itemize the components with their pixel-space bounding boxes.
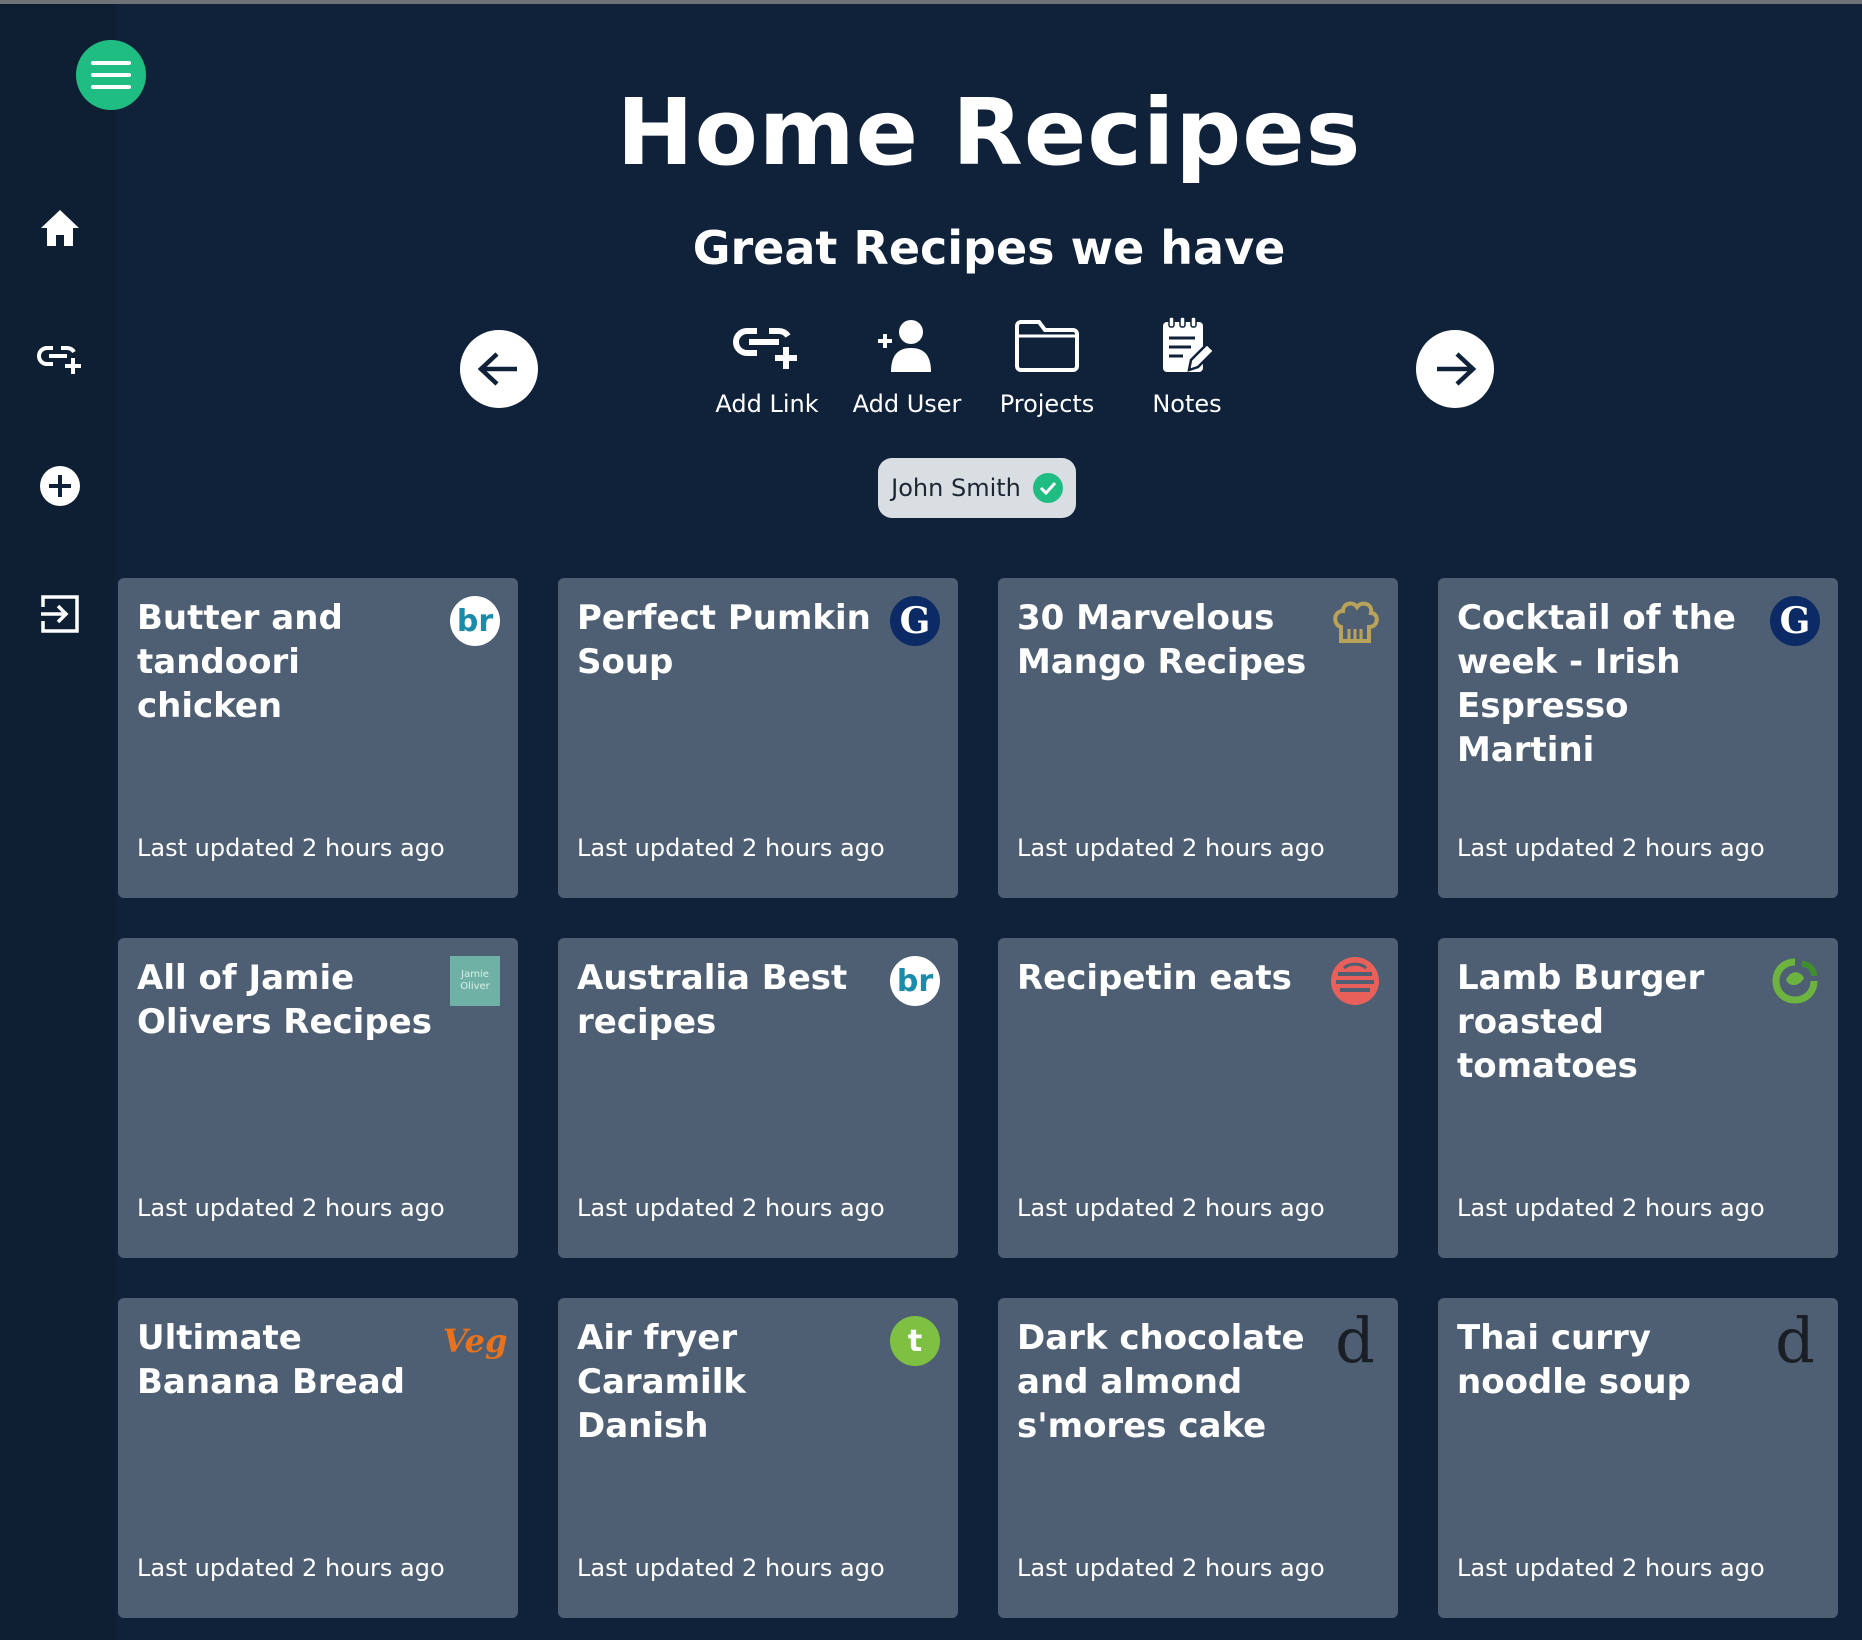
- sidebar-item-add[interactable]: [36, 462, 84, 510]
- add-link-icon: [733, 328, 797, 369]
- user-chip[interactable]: John Smith: [878, 458, 1076, 518]
- recipe-card-updated: Last updated 2 hours ago: [1457, 834, 1765, 862]
- plus-circle-icon: [40, 466, 80, 506]
- woolworths-logo: [1770, 956, 1820, 1006]
- recipe-card-title: Cocktail of the week - Irish Espresso Ma…: [1457, 598, 1736, 770]
- previous-button[interactable]: [460, 330, 538, 408]
- recipe-card-updated: Last updated 2 hours ago: [577, 1554, 885, 1582]
- d-logo: d: [1775, 1304, 1815, 1377]
- recipe-card-updated: Last updated 2 hours ago: [1457, 1194, 1765, 1222]
- d-logo: d: [1335, 1304, 1375, 1377]
- recipe-card-updated: Last updated 2 hours ago: [137, 1194, 445, 1222]
- recipe-card-updated: Last updated 2 hours ago: [1017, 1194, 1325, 1222]
- recipe-card-updated: Last updated 2 hours ago: [137, 834, 445, 862]
- recipe-card[interactable]: Ultimate Banana Bread Last updated 2 hour…: [118, 1298, 518, 1618]
- recipe-card[interactable]: Australia Best recipes Last updated 2 hou…: [558, 938, 958, 1258]
- recipe-card[interactable]: Butter and tandoori chicken Last updated …: [118, 578, 518, 898]
- page-title: Home Recipes: [616, 79, 1362, 186]
- projects-label: Projects: [999, 390, 1095, 418]
- recipe-card-title: Ultimate Banana Bread: [137, 1318, 406, 1402]
- recipe-card[interactable]: Lamb Burger roasted tomatoes Last updated…: [1438, 938, 1838, 1258]
- sidebar-item-home[interactable]: [36, 204, 84, 252]
- sidebar-item-logout[interactable]: [36, 590, 84, 638]
- sidebar-item-add-link[interactable]: [36, 334, 84, 382]
- recipe-card-updated: Last updated 2 hours ago: [1457, 1554, 1765, 1582]
- add-link-icon: [37, 345, 81, 374]
- recipe-card[interactable]: Recipetin eats Last updated 2 hours ago: [998, 938, 1398, 1258]
- add-link-button[interactable]: Add Link: [702, 310, 832, 420]
- recipe-card-title: Australia Best recipes: [577, 958, 848, 1042]
- notes-icon: [1163, 316, 1215, 372]
- jamie-oliver-logo: Jamie Oliver: [450, 956, 500, 1006]
- recipe-card-updated: Last updated 2 hours ago: [577, 834, 885, 862]
- recipe-card-title: Lamb Burger roasted tomatoes: [1457, 958, 1705, 1086]
- verified-check-icon: [1032, 473, 1063, 503]
- br-logo: br: [450, 596, 500, 646]
- recipe-card-title: Butter and tandoori chicken: [137, 598, 343, 726]
- arrow-left-icon: [477, 352, 517, 386]
- g-logo: G: [890, 596, 940, 646]
- recipe-card[interactable]: Air fryer Caramilk Danish Last updated 2 …: [558, 1298, 958, 1618]
- recipe-card-title: Dark chocolate and almond s'mores cake: [1017, 1318, 1305, 1446]
- veg-logo: Veg: [442, 1322, 508, 1360]
- g-logo: G: [1770, 596, 1820, 646]
- next-button[interactable]: [1416, 330, 1494, 408]
- recipe-card[interactable]: 30 Marvelous Mango Recipes Last updated 2…: [998, 578, 1398, 898]
- recipetin-logo: [1330, 956, 1380, 1006]
- folder-icon: [1015, 320, 1079, 372]
- recipe-card-title: All of Jamie Olivers Recipes: [137, 958, 432, 1042]
- chef-hat-logo: [1330, 596, 1380, 646]
- recipe-card-updated: Last updated 2 hours ago: [1017, 1554, 1325, 1582]
- recipe-card[interactable]: Dark chocolate and almond s'mores cake La…: [998, 1298, 1398, 1618]
- window-top-border: [0, 0, 1862, 4]
- add-link-label: Add Link: [715, 390, 819, 418]
- recipe-card-updated: Last updated 2 hours ago: [137, 1554, 445, 1582]
- recipe-card-title: Recipetin eats: [1017, 958, 1292, 998]
- add-user-button[interactable]: Add User: [842, 310, 972, 420]
- notes-label: Notes: [1152, 390, 1222, 418]
- home-icon: [41, 210, 79, 246]
- add-user-icon: [878, 320, 931, 372]
- page-subtitle: Great Recipes we have: [692, 221, 1286, 275]
- recipe-card-updated: Last updated 2 hours ago: [1017, 834, 1325, 862]
- recipe-card-title: 30 Marvelous Mango Recipes: [1017, 598, 1307, 682]
- logout-icon: [41, 595, 79, 633]
- user-name: John Smith: [891, 474, 1021, 502]
- arrow-right-icon: [1437, 352, 1477, 386]
- add-user-label: Add User: [852, 390, 962, 418]
- recipe-card-title: Air fryer Caramilk Danish: [577, 1318, 746, 1446]
- projects-button[interactable]: Projects: [982, 310, 1112, 420]
- recipe-card[interactable]: Thai curry noodle soup Last updated 2 hou…: [1438, 1298, 1838, 1618]
- t-logo: t: [890, 1316, 940, 1366]
- recipe-card-updated: Last updated 2 hours ago: [577, 1194, 885, 1222]
- recipe-card[interactable]: All of Jamie Olivers Recipes Last updated…: [118, 938, 518, 1258]
- br-logo: br: [890, 956, 940, 1006]
- recipe-card[interactable]: Perfect Pumkin Soup Last updated 2 hours …: [558, 578, 958, 898]
- recipe-card-title: Thai curry noodle soup: [1457, 1318, 1691, 1402]
- recipe-card[interactable]: Cocktail of the week - Irish Espresso Ma…: [1438, 578, 1838, 898]
- recipe-card-title: Perfect Pumkin Soup: [577, 598, 871, 682]
- notes-button[interactable]: Notes: [1122, 310, 1252, 420]
